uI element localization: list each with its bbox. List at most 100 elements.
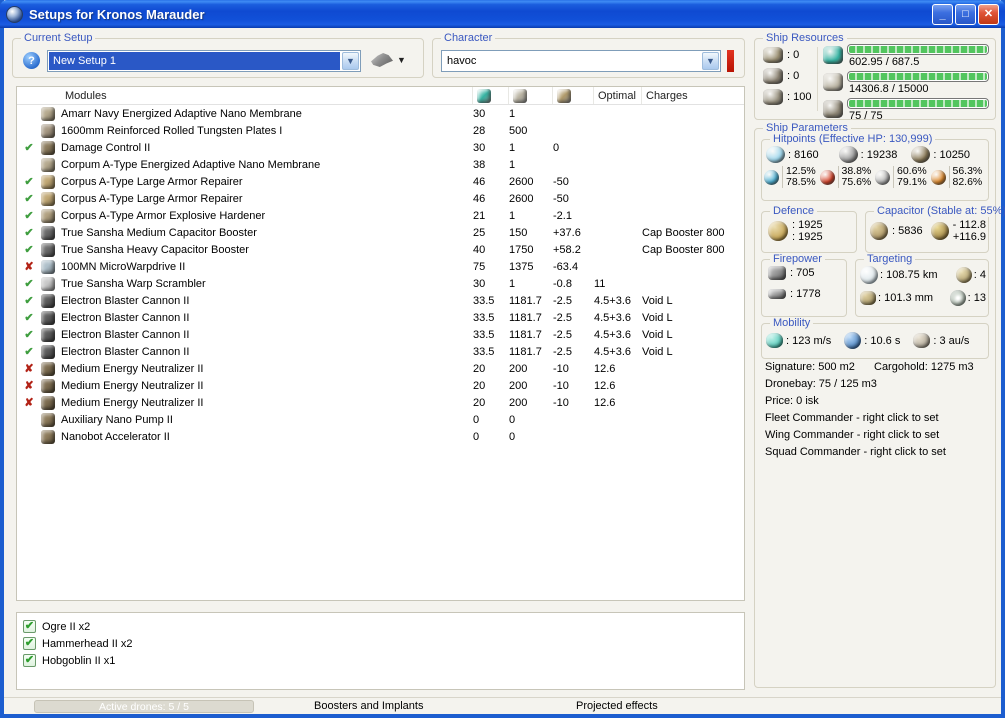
module-powergrid: 500 [509, 124, 528, 137]
module-powergrid: 1750 [509, 243, 534, 256]
armor-icon [838, 146, 858, 163]
setup-tools-button[interactable]: ▼ [371, 53, 406, 67]
close-button[interactable]: ✕ [978, 3, 999, 25]
module-row[interactable]: ✔ Electron Blaster Cannon II 33.5 1181.7 -2.… [17, 343, 744, 360]
info-line: Dronebay: 75 / 125 m3 [765, 378, 989, 395]
title-bar[interactable]: Setups for Kronos Marauder _ □ ✕ [0, 0, 1005, 28]
modules-table: Modules Optimal Charges Amarr Navy Energ… [16, 86, 745, 601]
module-cpu: 75 [473, 260, 486, 273]
optimal-header-label: Optimal [594, 87, 642, 104]
module-powergrid: 2600 [509, 192, 534, 205]
capacitor-icon [870, 222, 888, 240]
resource-progress-bar [847, 71, 989, 82]
module-powergrid: 1 [509, 107, 516, 120]
shield-icon [766, 146, 785, 163]
module-name: Amarr Navy Energized Adaptive Nano Membr… [61, 107, 302, 120]
projected-effects-button[interactable]: Projected effects [576, 700, 658, 712]
module-row[interactable]: Auxiliary Nano Pump II 0 0 [17, 411, 744, 428]
module-icon [41, 191, 55, 206]
help-icon[interactable]: ? [23, 52, 40, 69]
module-row[interactable]: ✘ 100MN MicroWarpdrive II 75 1375 -63.4 [17, 258, 744, 275]
module-row[interactable]: ✔ Corpus A-Type Large Armor Repairer 46 260… [17, 190, 744, 207]
drone-checkbox[interactable]: ✔ [23, 654, 36, 667]
info-line: Fleet Commander - right click to set [765, 412, 989, 429]
module-row[interactable]: ✔ Corpus A-Type Large Armor Repairer 46 260… [17, 173, 744, 190]
ship-parameters-group: Ship Parameters Hitpoints (Effective HP:… [754, 122, 1005, 688]
app-icon [6, 5, 23, 23]
chevron-down-icon[interactable]: ▼ [702, 52, 719, 70]
em-resist-group: 12.5% 78.5% [764, 166, 820, 188]
module-row[interactable]: ✘ Medium Energy Neutralizer II 20 200 -10 12.… [17, 377, 744, 394]
module-row[interactable]: ✔ Electron Blaster Cannon II 33.5 1181.7 -2.… [17, 309, 744, 326]
hitpoints-group: Hitpoints (Effective HP: 130,999) : 8160… [761, 133, 989, 201]
info-line-left: Price: 0 isk [765, 395, 819, 407]
module-cpu: 38 [473, 158, 486, 171]
module-optimal: 12.6 [594, 362, 616, 375]
thermal-resist-icon [819, 169, 835, 185]
module-row[interactable]: ✘ Medium Energy Neutralizer II 20 200 -10 12.… [17, 394, 744, 411]
module-optimal: 12.6 [594, 396, 616, 409]
kinetic-resist-group: 60.6% 79.1% [875, 166, 931, 188]
module-cap-use: -2.5 [553, 328, 572, 341]
module-name: Corpus A-Type Large Armor Repairer [61, 175, 243, 188]
module-row[interactable]: 1600mm Reinforced Rolled Tungsten Plates… [17, 122, 744, 139]
launcher-hardpoints-icon [763, 68, 783, 84]
setup-combobox[interactable]: New Setup 1 ▼ [47, 50, 361, 72]
module-name: Electron Blaster Cannon II [61, 345, 190, 358]
chevron-down-icon[interactable]: ▼ [342, 52, 359, 70]
maximize-button[interactable]: □ [955, 3, 976, 25]
defence-icon [768, 221, 788, 241]
explosive-resist-group: 56.3% 82.6% [930, 166, 987, 188]
module-row[interactable]: Amarr Navy Energized Adaptive Nano Membr… [17, 105, 744, 122]
module-cpu: 25 [473, 226, 486, 239]
resource-slot-value: : 0 [787, 70, 800, 82]
defence-value-bottom: : 1925 [792, 231, 823, 243]
drone-item[interactable]: ✔ Ogre II x2 [23, 618, 738, 635]
character-combobox[interactable]: havoc ▼ [441, 50, 721, 72]
drone-label: Hobgoblin II x1 [42, 654, 116, 667]
turret-hardpoints-icon [763, 47, 783, 63]
em-resist-icon [764, 169, 779, 185]
hitpoint-value: : 19238 [860, 148, 898, 161]
targeting-max-targets: : 4 [973, 269, 986, 281]
module-cap-use: -2.5 [553, 311, 572, 324]
capacitor-column-icon [553, 87, 594, 104]
boosters-implants-button[interactable]: Boosters and Implants [314, 700, 423, 712]
module-row[interactable]: ✔ True Sansha Medium Capacitor Booster 25 1… [17, 224, 744, 241]
module-row[interactable]: Nanobot Accelerator II 0 0 [17, 428, 744, 445]
module-name: 1600mm Reinforced Rolled Tungsten Plates… [61, 124, 283, 137]
module-icon [41, 140, 55, 155]
drones-list: ✔ Ogre II x2 ✔ Hammerhead II x2 ✔ Hobgoblin I… [16, 612, 745, 690]
drone-checkbox[interactable]: ✔ [23, 620, 36, 633]
module-row[interactable]: ✔ Corpus A-Type Armor Explosive Hardener 2… [17, 207, 744, 224]
module-powergrid: 1 [509, 141, 516, 154]
module-row[interactable]: Corpum A-Type Energized Adaptive Nano Me… [17, 156, 744, 173]
module-row[interactable]: ✔ True Sansha Warp Scrambler 30 1 -0.8 11 [17, 275, 744, 292]
module-row[interactable]: ✔ Electron Blaster Cannon II 33.5 1181.7 -2.… [17, 292, 744, 309]
active-drones-button[interactable]: Active drones: 5 / 5 [34, 700, 254, 713]
module-row[interactable]: ✔ Electron Blaster Cannon II 33.5 1181.7 -2.… [17, 326, 744, 343]
drone-item[interactable]: ✔ Hammerhead II x2 [23, 635, 738, 652]
info-line-left: Signature: 500 m2 [765, 361, 855, 373]
drone-checkbox[interactable]: ✔ [23, 637, 36, 650]
modules-header-label: Modules [61, 87, 473, 104]
minimize-button[interactable]: _ [932, 3, 953, 25]
info-line-left: Wing Commander - right click to set [765, 429, 940, 441]
module-row[interactable]: ✘ Medium Energy Neutralizer II 20 200 -10 12.… [17, 360, 744, 377]
resource-bar-text: 75 / 75 [849, 110, 883, 122]
module-icon [41, 174, 55, 189]
module-icon [41, 310, 55, 325]
module-cpu: 30 [473, 141, 486, 154]
module-row[interactable]: ✔ True Sansha Heavy Capacitor Booster 40 17… [17, 241, 744, 258]
targeting-range: : 108.75 km [880, 269, 938, 281]
targeting-group: Targeting : 108.75 km : 4 : 101.3 mm : 1… [855, 253, 989, 317]
module-row[interactable]: ✔ Damage Control II 30 1 0 [17, 139, 744, 156]
module-powergrid: 2600 [509, 175, 534, 188]
max-targets-icon [955, 267, 972, 283]
module-name: Electron Blaster Cannon II [61, 311, 190, 324]
powergrid-bar-row: 14306.8 / 15000 [823, 71, 989, 97]
module-icon [41, 378, 55, 393]
drone-label: Hammerhead II x2 [42, 637, 133, 650]
module-cap-use: +37.6 [553, 226, 581, 239]
drone-item[interactable]: ✔ Hobgoblin II x1 [23, 652, 738, 669]
